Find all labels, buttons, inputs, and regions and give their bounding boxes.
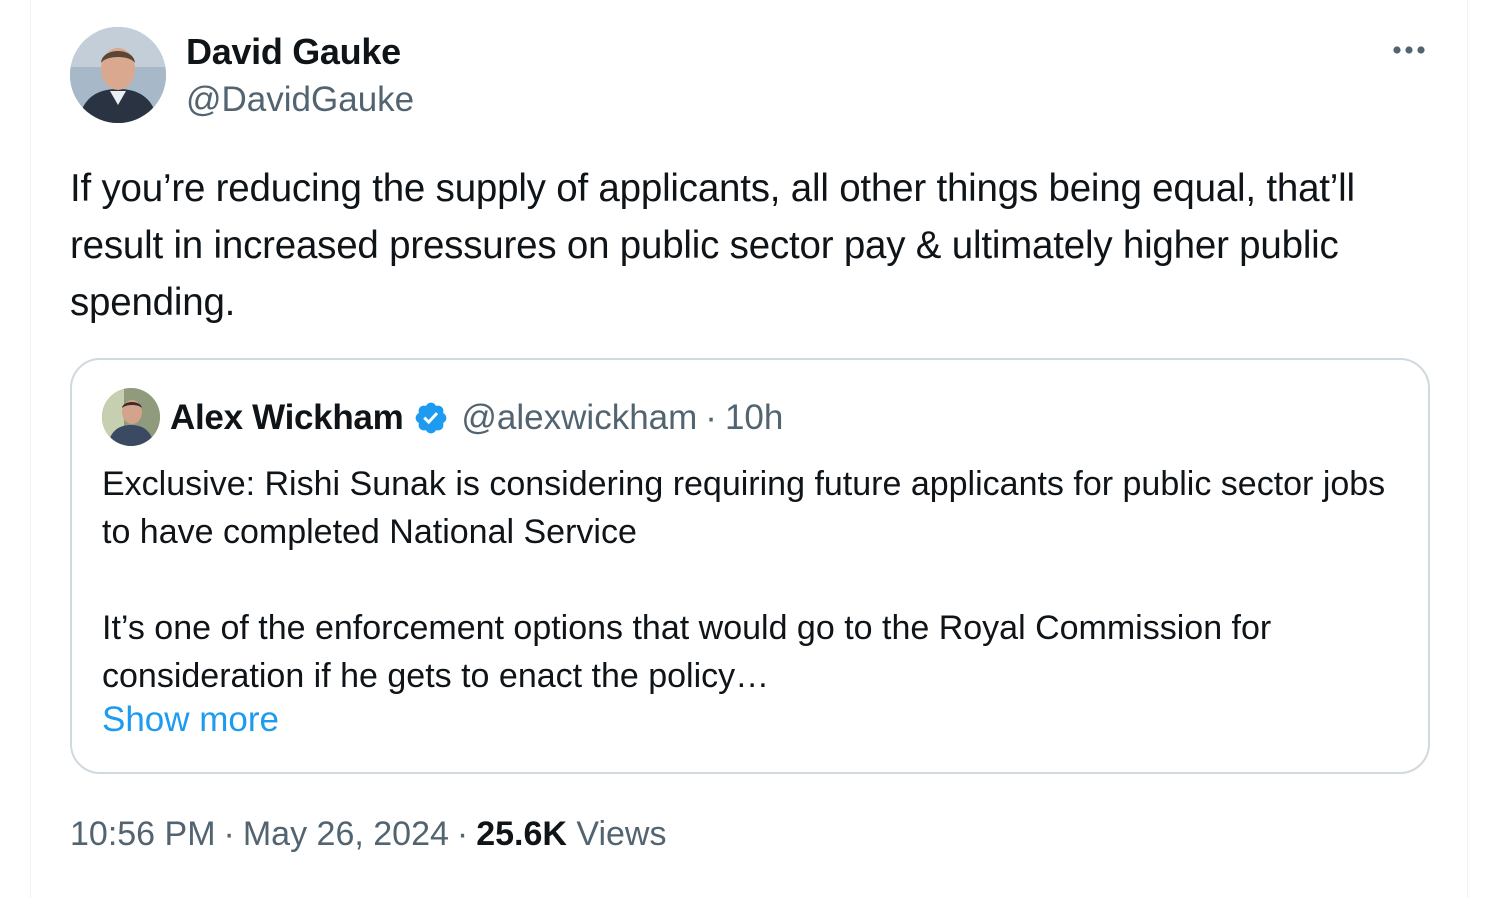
views-count: 25.6K	[476, 815, 567, 853]
tweet-meta: 10:56 PM · May 26, 2024 · 25.6K Views	[70, 815, 667, 854]
author-handle[interactable]: @DavidGauke	[186, 80, 414, 120]
quoted-tweet-paragraph: It’s one of the enforcement options that…	[102, 609, 1272, 695]
quoted-author-avatar[interactable]	[102, 388, 160, 446]
more-icon[interactable]	[1384, 30, 1434, 70]
quoted-author-display-name[interactable]: Alex Wickham	[170, 398, 404, 438]
author-display-name[interactable]: David Gauke	[186, 31, 401, 73]
tweet-text: If you’re reducing the supply of applica…	[70, 167, 1355, 324]
views-label: Views	[576, 815, 667, 853]
author-avatar[interactable]	[70, 27, 166, 123]
verified-badge-icon	[413, 400, 449, 436]
tweet-time[interactable]: 10:56 PM	[70, 815, 216, 853]
separator-dot: ·	[705, 398, 717, 437]
quoted-author-handle[interactable]: @alexwickham	[461, 398, 697, 438]
quoted-tweet-header: Alex Wickham @alexwickham · 10h	[170, 398, 783, 438]
quoted-tweet-text: Exclusive: Rishi Sunak is considering re…	[102, 460, 1412, 700]
quoted-tweet[interactable]: Alex Wickham @alexwickham · 10h Exclusiv…	[70, 358, 1430, 774]
quoted-tweet-paragraph: Exclusive: Rishi Sunak is considering re…	[102, 465, 1386, 551]
show-more-link[interactable]: Show more	[102, 700, 279, 740]
separator-dot: ·	[456, 815, 469, 853]
separator-dot: ·	[223, 815, 235, 853]
tweet-date[interactable]: May 26, 2024	[243, 815, 449, 853]
quoted-tweet-time[interactable]: 10h	[725, 398, 783, 438]
